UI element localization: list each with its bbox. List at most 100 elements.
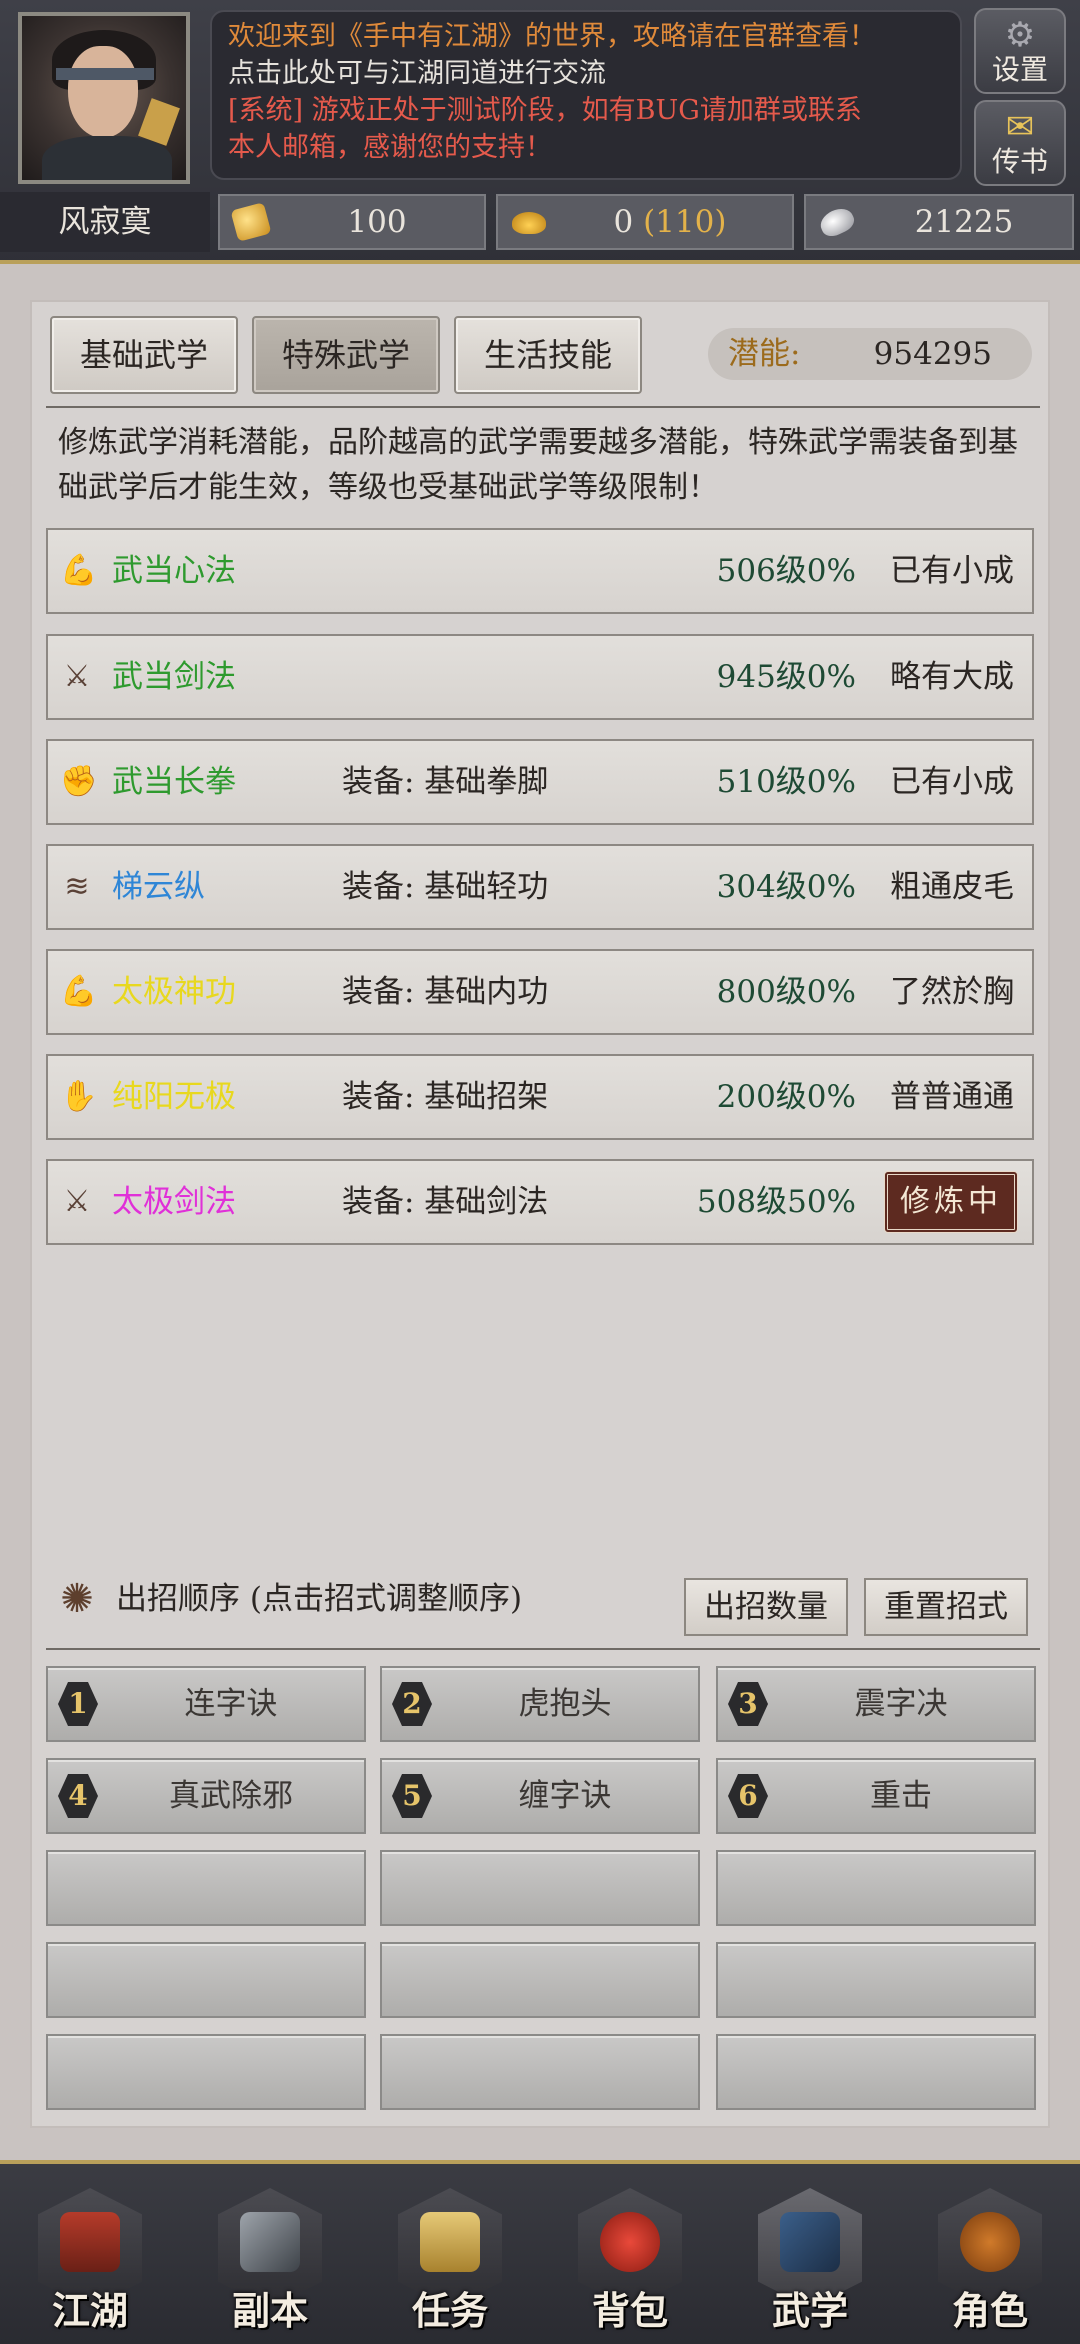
silver-ingot-icon — [816, 203, 858, 241]
tab-special-martial-arts[interactable]: 特殊武学 — [252, 316, 440, 394]
training-stamp: 修炼中 — [884, 1171, 1018, 1233]
move-name: 连字诀 — [184, 1686, 278, 1722]
skill-name: 太极剑法 — [112, 1184, 236, 1220]
strength-icon: 💪 — [60, 974, 98, 1009]
slot-number-badge: 5 — [392, 1774, 432, 1818]
coin-balance: 100 — [218, 194, 486, 250]
slot-number-badge: 2 — [392, 1682, 432, 1726]
skill-status: 略有大成 — [890, 659, 1014, 695]
nav-label: 背包 — [591, 2288, 668, 2333]
skill-name: 太极神功 — [112, 974, 236, 1010]
move-slot[interactable]: 1 连字诀 — [46, 1666, 366, 1742]
skill-level: 510级0% — [716, 764, 856, 800]
bottom-navigation: 江湖 副本 任务 背包 武学 角色 — [0, 2160, 1080, 2344]
empty-move-slot[interactable] — [716, 1942, 1036, 2018]
empty-move-slot[interactable] — [716, 2034, 1036, 2110]
skill-row[interactable]: ⚔ 太极剑法 装备: 基础剑法 508级50% 修炼中 — [46, 1159, 1034, 1245]
potential-label: 潜能: — [728, 336, 801, 372]
skill-name: 武当长拳 — [112, 764, 236, 800]
empty-move-slot[interactable] — [716, 1850, 1036, 1926]
slot-number-badge: 4 — [58, 1774, 98, 1818]
silver-balance: 21225 — [804, 194, 1074, 250]
move-order-title: 出招顺序 (点击招式调整顺序) — [116, 1581, 523, 1617]
nav-dungeon[interactable]: 副本 — [214, 2188, 326, 2333]
order-divider — [46, 1648, 1040, 1650]
slot-number-badge: 6 — [728, 1774, 768, 1818]
pouch-icon — [600, 2212, 660, 2272]
move-order-header: ✺ 出招顺序 (点击招式调整顺序) — [48, 1568, 648, 1630]
skill-name: 梯云纵 — [112, 869, 205, 905]
skill-name: 纯阳无极 — [112, 1079, 236, 1115]
arm-icon: ✋ — [60, 1079, 98, 1114]
scroll-icon — [420, 2212, 480, 2272]
coin-icon — [230, 202, 272, 242]
empty-move-slot[interactable] — [380, 1942, 700, 2018]
mail-button[interactable]: ✉ 传书 — [974, 100, 1066, 186]
martial-arts-panel: 基础武学 特殊武学 生活技能 潜能: 954295 修炼武学消耗潜能，品阶越高的… — [30, 300, 1050, 2128]
skill-equip: 装备: 基础招架 — [342, 1079, 549, 1115]
potential-value: 954295 — [873, 336, 992, 372]
skill-level: 800级0% — [716, 974, 856, 1010]
nav-label: 江湖 — [51, 2288, 128, 2333]
tab-life-skills[interactable]: 生活技能 — [454, 316, 642, 394]
gold-value: 0 — [613, 204, 634, 240]
nav-label: 副本 — [231, 2288, 308, 2333]
skill-status: 了然於胸 — [890, 974, 1014, 1010]
move-count-button[interactable]: 出招数量 — [684, 1578, 848, 1636]
message-board[interactable]: 欢迎来到《手中有江湖》的世界，攻略请在官群查看！ 点击此处可与江湖同道进行交流 … — [210, 10, 962, 180]
silver-value: 21225 — [914, 204, 1014, 240]
move-name: 真武除邪 — [169, 1778, 293, 1814]
move-slot[interactable]: 5 缠字诀 — [380, 1758, 700, 1834]
crossed-swords-icon — [240, 2212, 300, 2272]
move-slot[interactable]: 3 震字决 — [716, 1666, 1036, 1742]
move-slot[interactable]: 2 虎抱头 — [380, 1666, 700, 1742]
skill-status: 已有小成 — [890, 553, 1014, 589]
player-name: 风寂寞 — [0, 192, 210, 252]
settings-label: 设置 — [991, 53, 1048, 86]
empty-move-slot[interactable] — [46, 1850, 366, 1926]
move-slot[interactable]: 4 真武除邪 — [46, 1758, 366, 1834]
tab-basic-martial-arts[interactable]: 基础武学 — [50, 316, 238, 394]
skill-level: 945级0% — [716, 659, 856, 695]
skill-status: 已有小成 — [890, 764, 1014, 800]
gear-icon: ⚙ — [1004, 15, 1036, 55]
nav-character[interactable]: 角色 — [934, 2188, 1046, 2333]
skill-row[interactable]: 💪 太极神功 装备: 基础内功 800级0% 了然於胸 — [46, 949, 1034, 1035]
move-slot[interactable]: 6 重击 — [716, 1758, 1036, 1834]
pagoda-icon — [60, 2212, 120, 2272]
nav-martial-arts[interactable]: 武学 — [754, 2188, 866, 2333]
empty-move-slot[interactable] — [380, 2034, 700, 2110]
skill-level: 304级0% — [716, 869, 856, 905]
chat-entry[interactable]: 点击此处可与江湖同道进行交流 — [228, 55, 944, 92]
strength-icon: 💪 — [60, 553, 98, 588]
nav-quests[interactable]: 任务 — [394, 2188, 506, 2333]
empty-move-slot[interactable] — [380, 1850, 700, 1926]
gold-balance: 0 (110) — [496, 194, 794, 250]
fist-icon: ✊ — [60, 764, 98, 799]
top-header: 欢迎来到《手中有江湖》的世界，攻略请在官群查看！ 点击此处可与江湖同道进行交流 … — [0, 0, 1080, 264]
sword-icon: ⚔ — [63, 1184, 91, 1219]
empty-move-slot[interactable] — [46, 1942, 366, 2018]
skill-equip: 装备: 基础剑法 — [342, 1184, 549, 1220]
slot-number-badge: 3 — [728, 1682, 768, 1726]
settings-button[interactable]: ⚙ 设置 — [974, 8, 1066, 94]
move-name: 重击 — [870, 1778, 932, 1814]
player-avatar[interactable] — [18, 12, 190, 184]
header-divider — [0, 260, 1080, 264]
move-name: 缠字诀 — [518, 1778, 612, 1814]
skill-level: 508级50% — [696, 1184, 856, 1220]
skill-row[interactable]: ≋ 梯云纵 装备: 基础轻功 304级0% 粗通皮毛 — [46, 844, 1034, 930]
skill-row[interactable]: ✋ 纯阳无极 装备: 基础招架 200级0% 普普通通 — [46, 1054, 1034, 1140]
nav-label: 任务 — [411, 2288, 488, 2333]
skill-row[interactable]: ✊ 武当长拳 装备: 基础拳脚 510级0% 已有小成 — [46, 739, 1034, 825]
skill-row[interactable]: ⚔ 武当剑法 945级0% 略有大成 — [46, 634, 1034, 720]
welcome-message: 欢迎来到《手中有江湖》的世界，攻略请在官群查看！ — [228, 21, 876, 52]
system-message-line1: [系统] 游戏正处于测试阶段，如有BUG请加群或联系 — [228, 95, 862, 126]
reset-moves-button[interactable]: 重置招式 — [864, 1578, 1028, 1636]
nav-bag[interactable]: 背包 — [574, 2188, 686, 2333]
skill-row[interactable]: 💪 武当心法 506级0% 已有小成 — [46, 528, 1034, 614]
nav-jianghu[interactable]: 江湖 — [34, 2188, 146, 2333]
empty-move-slot[interactable] — [46, 2034, 366, 2110]
slot-number-badge: 1 — [58, 1682, 98, 1726]
skill-equip: 装备: 基础拳脚 — [342, 764, 549, 800]
